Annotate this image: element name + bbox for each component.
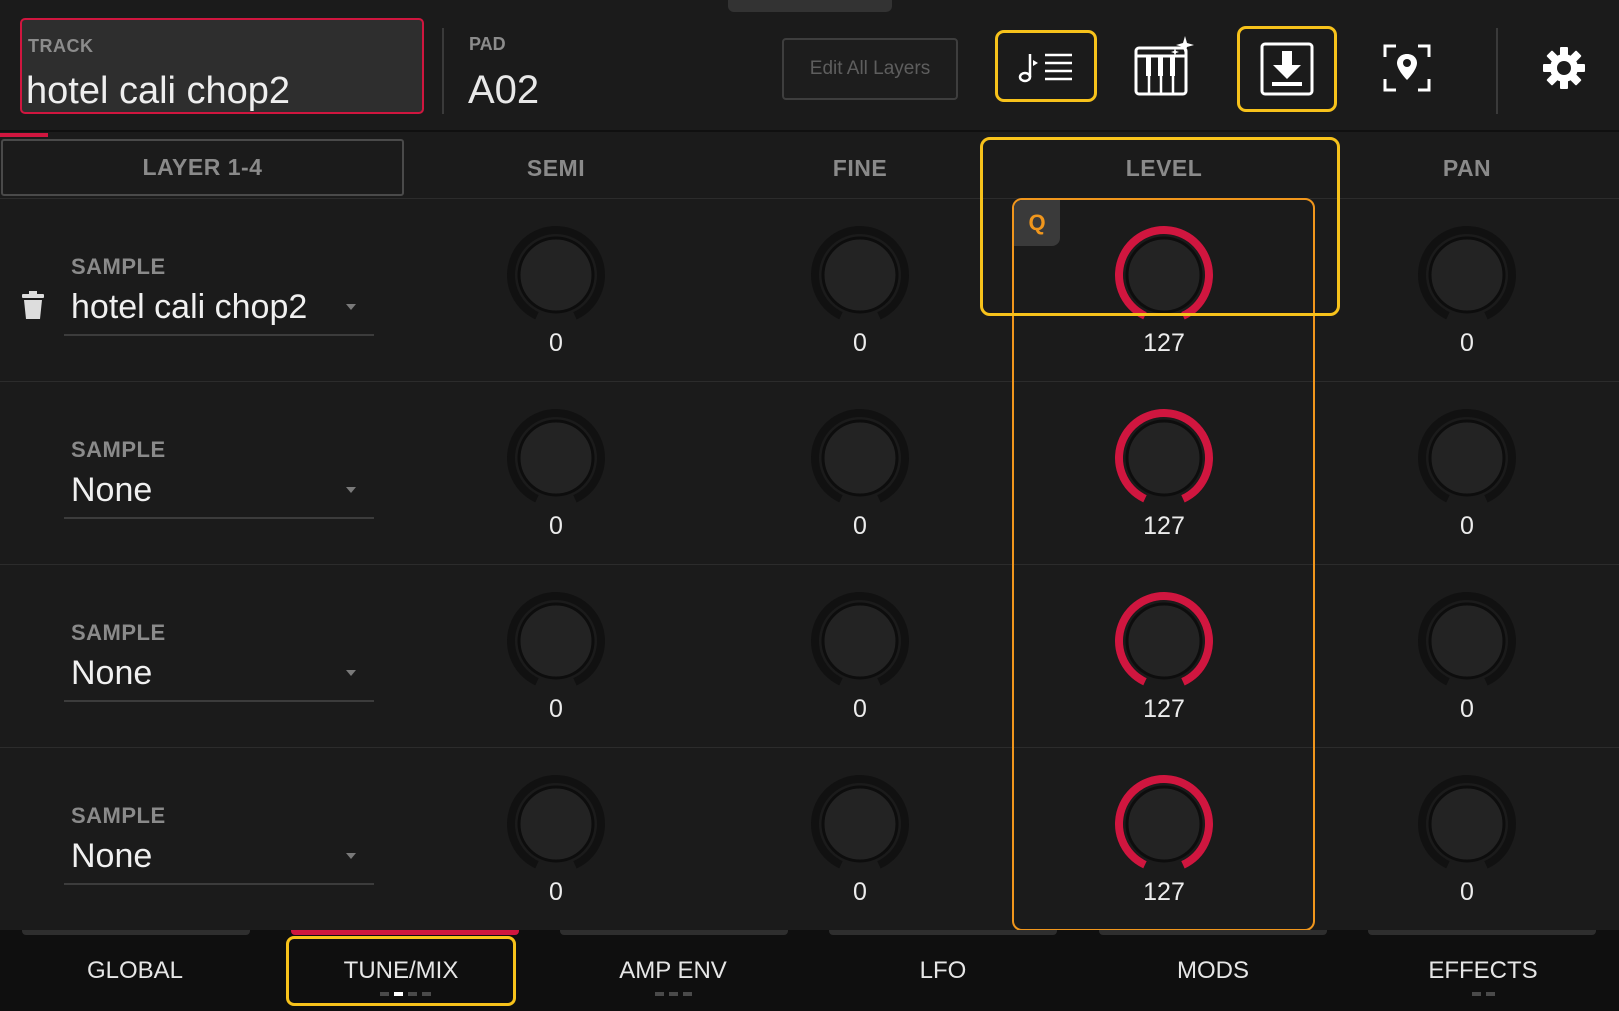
gear-icon [1543, 47, 1585, 89]
semi-knob[interactable] [504, 406, 608, 510]
location-focus-icon [1383, 44, 1431, 92]
fine-value: 0 [853, 512, 867, 540]
fine-value: 0 [853, 695, 867, 723]
sample-label: SAMPLE [71, 620, 166, 645]
sample-dropdown[interactable]: hotel cali chop2 [71, 288, 307, 327]
pan-value: 0 [1460, 695, 1474, 723]
fine-knob[interactable] [808, 589, 912, 693]
tab-indicator [1099, 930, 1327, 935]
sample-underline [64, 334, 374, 336]
semi-knob[interactable] [504, 772, 608, 876]
tab-lfo[interactable]: LFO [828, 936, 1058, 1006]
divider [442, 28, 444, 114]
location-focus-button[interactable] [1375, 36, 1439, 100]
column-header-semi: SEMI [526, 154, 586, 181]
keyboard-sparkle-icon [1134, 36, 1194, 96]
tab-indicator [1368, 930, 1596, 935]
track-label: TRACK [28, 36, 94, 56]
pan-knob[interactable] [1415, 589, 1519, 693]
sample-underline [64, 883, 374, 885]
pan-value: 0 [1460, 329, 1474, 357]
layer-tab-label: LAYER 1-4 [142, 154, 263, 180]
column-header-fine: FINE [832, 154, 888, 181]
sample-dropdown[interactable]: None [71, 654, 152, 693]
pad-label: PAD [469, 34, 506, 54]
amp-env-page-dots [655, 992, 692, 996]
download-button[interactable] [1237, 26, 1337, 112]
tab-indicator [560, 930, 788, 935]
track-name: hotel cali chop2 [26, 70, 291, 112]
semi-knob[interactable] [504, 589, 608, 693]
sample-label: SAMPLE [71, 803, 166, 828]
pan-knob[interactable] [1415, 223, 1519, 327]
semi-value: 0 [549, 695, 563, 723]
pad-value[interactable]: A02 [468, 68, 539, 113]
tab-mods[interactable]: MODS [1098, 936, 1328, 1006]
level-highlight [980, 137, 1340, 316]
pan-value: 0 [1460, 512, 1474, 540]
sample-underline [64, 700, 374, 702]
tab-indicator [291, 930, 519, 935]
trash-icon[interactable] [21, 291, 45, 319]
pan-knob[interactable] [1415, 406, 1519, 510]
header-bar: TRACK hotel cali chop2 PAD A02 Edit All … [0, 0, 1619, 132]
selected-tab-accent [0, 133, 48, 137]
fine-knob[interactable] [808, 223, 912, 327]
top-drag-handle[interactable] [728, 0, 892, 12]
note-list-icon [1018, 53, 1072, 83]
tune-mix-page-dots [380, 992, 431, 996]
column-header-pan: PAN [1442, 154, 1492, 181]
note-list-button[interactable] [995, 30, 1097, 102]
layer-tab[interactable]: LAYER 1-4 [1, 139, 404, 196]
tab-indicator [22, 930, 250, 935]
edit-all-layers-button[interactable]: Edit All Layers [782, 38, 958, 100]
semi-value: 0 [549, 878, 563, 906]
sample-label: SAMPLE [71, 254, 166, 279]
bottom-tab-bar: GLOBAL TUNE/MIX AMP ENV LFO MODS EFFECTS [0, 930, 1619, 1011]
fine-value: 0 [853, 329, 867, 357]
sample-underline [64, 517, 374, 519]
effects-page-dots [1472, 992, 1495, 996]
sample-dropdown[interactable]: None [71, 471, 152, 510]
tab-indicator [829, 930, 1057, 935]
track-selector[interactable]: TRACK hotel cali chop2 [20, 18, 424, 114]
settings-button[interactable] [1536, 40, 1592, 96]
divider [1496, 28, 1498, 114]
chevron-down-icon[interactable] [346, 304, 356, 310]
chevron-down-icon[interactable] [346, 487, 356, 493]
fine-value: 0 [853, 878, 867, 906]
fine-knob[interactable] [808, 406, 912, 510]
download-arrow-icon [1260, 42, 1314, 96]
fine-knob[interactable] [808, 772, 912, 876]
sample-dropdown[interactable]: None [71, 837, 152, 876]
semi-value: 0 [549, 512, 563, 540]
chevron-down-icon[interactable] [346, 853, 356, 859]
keyboard-sparkle-button[interactable] [1130, 32, 1200, 102]
pan-value: 0 [1460, 878, 1474, 906]
pan-knob[interactable] [1415, 772, 1519, 876]
tab-global[interactable]: GLOBAL [20, 936, 250, 1006]
sample-label: SAMPLE [71, 437, 166, 462]
semi-value: 0 [549, 329, 563, 357]
semi-knob[interactable] [504, 223, 608, 327]
chevron-down-icon[interactable] [346, 670, 356, 676]
